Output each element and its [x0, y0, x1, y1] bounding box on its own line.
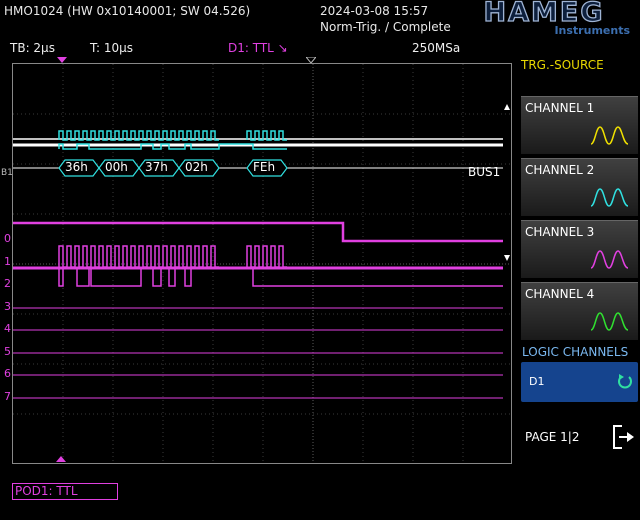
- bus-label: BUS1: [468, 165, 501, 179]
- bus-value-4: FEh: [253, 160, 276, 174]
- channel-3-button[interactable]: CHANNEL 3: [521, 220, 638, 278]
- header-datetime: 2024-03-08 15:57: [320, 4, 429, 18]
- logic-tag-4: 4: [4, 322, 11, 335]
- logic-waveforms: [13, 221, 503, 399]
- waveform-display[interactable]: B1 BUS1 36h 00h 37h 02h FEh 0 1 2 3 4 5 …: [1, 63, 512, 464]
- channel-2-wave-icon: [590, 188, 629, 207]
- header-model: HMO1024 (HW 0x10140001; SW 04.526): [4, 4, 251, 18]
- logic-tag-0: 0: [4, 232, 11, 245]
- channel-4-wave-icon: [590, 312, 629, 331]
- trigger-source-readout[interactable]: D1: TTL ↘: [228, 41, 288, 58]
- exit-menu-icon[interactable]: [612, 424, 636, 450]
- channel-1-label: CHANNEL 1: [525, 101, 595, 115]
- logic-tag-1: 1: [4, 255, 11, 268]
- timebase-readout[interactable]: TB: 2µs: [10, 41, 55, 58]
- logo-subtitle: Instruments: [554, 24, 630, 37]
- channel-1-wave-icon: [590, 126, 629, 145]
- trigger-source-title: TRG.-SOURCE: [521, 58, 604, 72]
- trigger-bottom-marker: [56, 456, 66, 462]
- logic-tag-7: 7: [4, 390, 11, 403]
- bus-value-1: 00h: [105, 160, 128, 174]
- bus-value-3: 02h: [185, 160, 208, 174]
- channel-4-label: CHANNEL 4: [525, 287, 595, 301]
- pod-status-box[interactable]: POD1: TTL: [12, 483, 118, 500]
- logic-tag-5: 5: [4, 345, 11, 358]
- rotate-knob-icon: [618, 374, 632, 389]
- logic-ch2: [13, 267, 503, 287]
- logic-d1-button[interactable]: D1: [521, 362, 638, 402]
- bus-value-2: 37h: [145, 160, 168, 174]
- logic-ch1-clock: [58, 245, 219, 268]
- logic-tag-3: 3: [4, 300, 11, 313]
- channel-2-button[interactable]: CHANNEL 2: [521, 158, 638, 216]
- logic-channels-title: LOGIC CHANNELS: [522, 345, 629, 359]
- channel-3-label: CHANNEL 3: [525, 225, 595, 239]
- channel-4-button[interactable]: CHANNEL 4: [521, 282, 638, 340]
- logic-level-marker: [504, 255, 510, 261]
- page-indicator[interactable]: PAGE 1|2: [525, 430, 579, 444]
- channel-3-wave-icon: [590, 250, 629, 269]
- channel-2-label: CHANNEL 2: [525, 163, 595, 177]
- bus-value-0: 36h: [65, 160, 88, 174]
- logic-d1-label: D1: [529, 375, 545, 388]
- bus-marker: B1: [1, 168, 13, 178]
- trigger-time-readout[interactable]: T: 10µs: [90, 41, 133, 58]
- sample-rate-readout: 250MSa: [412, 41, 461, 55]
- waveform-canvas: [13, 64, 511, 463]
- brand-logo: HAMEG Instruments: [452, 0, 636, 38]
- logic-tag-6: 6: [4, 367, 11, 380]
- channel-1-button[interactable]: CHANNEL 1: [521, 96, 638, 154]
- header-status: Norm-Trig. / Complete: [320, 20, 451, 34]
- bus-level-marker: [504, 104, 510, 110]
- logic-ch0: [13, 221, 503, 243]
- logic-tag-2: 2: [4, 277, 11, 290]
